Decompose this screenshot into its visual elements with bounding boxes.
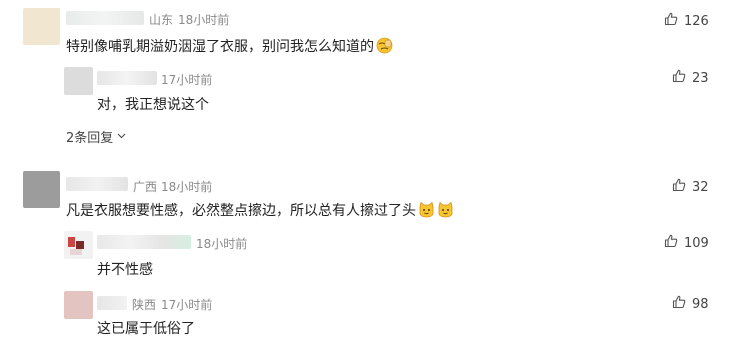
- thumbs-up-icon: [672, 69, 686, 87]
- chevron-down-icon: [117, 129, 126, 144]
- avatar[interactable]: [23, 171, 60, 208]
- comment-text-content: 特别像哺乳期溢奶洇湿了衣服，别问我怎么知道的: [66, 39, 374, 55]
- cat-emoji-icon: [418, 201, 435, 222]
- like-count: 98: [692, 296, 709, 312]
- reply-text: 这已属于低俗了: [97, 321, 195, 337]
- timestamp: 17小时前: [161, 73, 213, 87]
- avatar[interactable]: [23, 8, 60, 45]
- reply-text: 并不性感: [97, 262, 153, 278]
- like-count: 126: [684, 13, 709, 29]
- thumbs-up-icon: [672, 178, 686, 196]
- thumbs-up-icon: [672, 295, 686, 313]
- cat-emoji-icon: [437, 201, 454, 222]
- avatar[interactable]: [64, 291, 93, 319]
- username-blurred[interactable]: [97, 235, 191, 249]
- comment-text: 凡是衣服想要性感，必然整点擦边，所以总有人擦过了头: [66, 200, 454, 222]
- location: 广西: [133, 180, 158, 194]
- facepalm-emoji-icon: [376, 37, 393, 58]
- like-button[interactable]: 109: [664, 234, 709, 252]
- comment-text: 特别像哺乳期溢奶洇湿了衣服，别问我怎么知道的: [66, 36, 393, 58]
- username-blurred[interactable]: [66, 11, 144, 25]
- like-button[interactable]: 98: [672, 295, 709, 313]
- timestamp: 18小时前: [178, 13, 230, 27]
- more-replies-label: 2条回复: [66, 131, 114, 146]
- username-blurred[interactable]: [66, 177, 128, 191]
- reply-text: 对，我正想说这个: [97, 97, 209, 113]
- timestamp: 17小时前: [161, 298, 213, 312]
- username-blurred[interactable]: [97, 71, 157, 85]
- like-count: 109: [684, 235, 709, 251]
- thumbs-up-icon: [664, 12, 678, 30]
- like-count: 32: [692, 179, 709, 195]
- like-button[interactable]: 23: [672, 69, 709, 87]
- like-button[interactable]: 126: [664, 12, 709, 30]
- like-count: 23: [692, 70, 709, 86]
- timestamp: 18小时前: [161, 180, 213, 194]
- comment-text-content: 凡是衣服想要性感，必然整点擦边，所以总有人擦过了头: [66, 203, 416, 219]
- username-blurred[interactable]: [97, 296, 127, 310]
- location: 陕西: [132, 298, 157, 312]
- avatar[interactable]: [64, 231, 93, 259]
- timestamp: 18小时前: [196, 237, 248, 251]
- view-more-replies-button[interactable]: 2条回复: [66, 127, 126, 146]
- avatar[interactable]: [64, 67, 93, 95]
- like-button[interactable]: 32: [672, 178, 709, 196]
- location: 山东: [149, 13, 174, 27]
- thumbs-up-icon: [664, 234, 678, 252]
